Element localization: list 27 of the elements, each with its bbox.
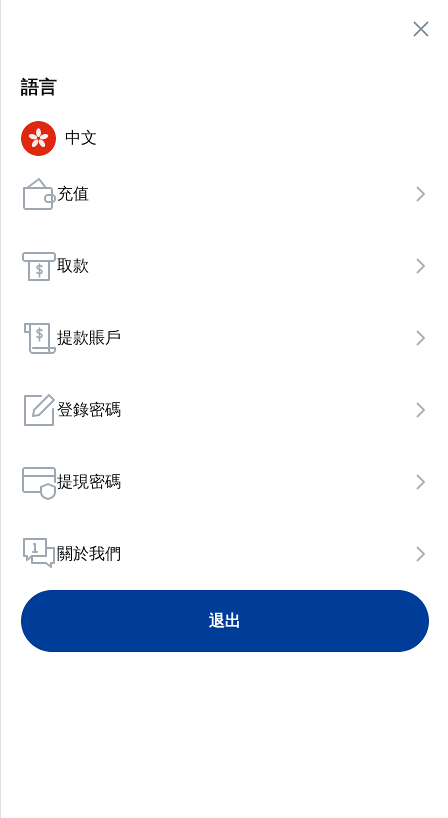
menu-label: 登錄密碼: [57, 400, 122, 420]
edit-icon: [21, 392, 57, 428]
chevron-right-icon: [416, 330, 425, 346]
menu-item[interactable]: 取款: [21, 248, 429, 284]
chevron-right-icon: [416, 186, 425, 202]
language-option[interactable]: 中文: [65, 128, 97, 149]
menu-item[interactable]: 提現密碼: [21, 464, 429, 500]
menu-label: 關於我們: [57, 544, 122, 564]
menu-item[interactable]: 充值: [21, 176, 429, 212]
menu-label: 提款賬戶: [57, 328, 122, 348]
language-heading: 語言: [21, 76, 58, 99]
receipt-icon: [21, 320, 57, 356]
chevron-right-icon: [416, 474, 425, 490]
menu-item[interactable]: 提款賬戶: [21, 320, 429, 356]
menu-item[interactable]: 關於我們: [21, 536, 429, 572]
menu-label: 充值: [57, 184, 90, 204]
chevron-right-icon: [416, 402, 425, 418]
wallet-icon: [21, 176, 57, 212]
menu-label: 取款: [57, 256, 90, 276]
chevron-right-icon: [416, 258, 425, 274]
menu-item[interactable]: 登錄密碼: [21, 392, 429, 428]
close-icon[interactable]: [413, 21, 429, 37]
flag-icon: [21, 121, 56, 156]
menu-label: 提現密碼: [57, 472, 122, 492]
chevron-right-icon: [416, 546, 425, 562]
card-shield-icon: [21, 464, 57, 500]
logout-button[interactable]: 退出: [21, 590, 429, 652]
